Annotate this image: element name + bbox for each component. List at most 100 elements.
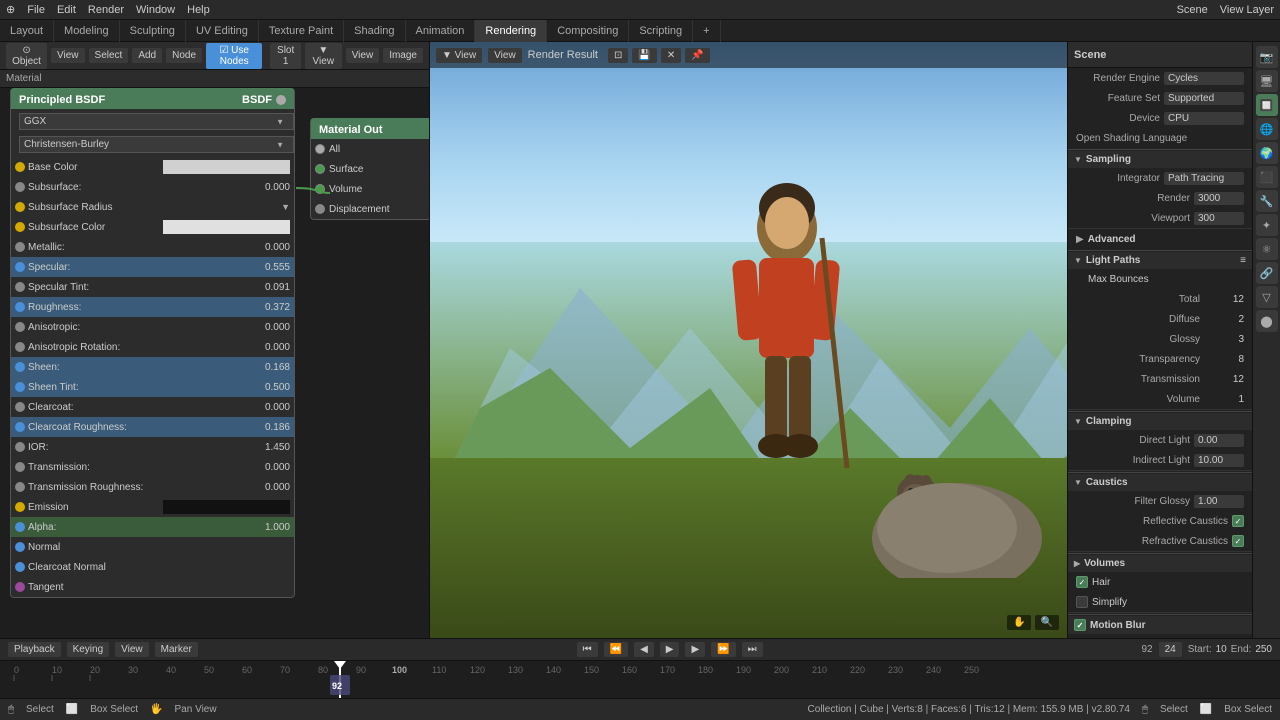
light-paths-icon[interactable]: ≡ [1240, 255, 1246, 266]
alpha-socket[interactable] [15, 522, 25, 532]
bsdf-output-socket[interactable] [276, 95, 286, 105]
jump-start-btn[interactable]: ⏮ [577, 642, 598, 657]
specular-tint-socket[interactable] [15, 282, 25, 292]
render-engine-value[interactable]: Cycles [1164, 72, 1244, 85]
node-button[interactable]: Node [166, 48, 202, 63]
volumes-header[interactable]: ▶ Volumes [1068, 555, 1252, 572]
mat-surface-socket[interactable] [315, 164, 325, 174]
timeline-playback-btn[interactable]: Playback [8, 642, 61, 657]
metallic-socket[interactable] [15, 242, 25, 252]
transmission-roughness-socket[interactable] [15, 482, 25, 492]
motion-blur-checkbox[interactable]: ✓ [1074, 619, 1086, 631]
normal-socket[interactable] [15, 542, 25, 552]
menu-file[interactable]: File [27, 4, 45, 16]
light-paths-header[interactable]: ▼ Light Paths ≡ [1068, 252, 1252, 269]
view-button[interactable]: View [51, 48, 85, 63]
indirect-light-value[interactable]: 10.00 [1194, 454, 1244, 467]
viewport-save-button[interactable]: 💾 [632, 48, 656, 63]
direct-light-value[interactable]: 0.00 [1194, 434, 1244, 447]
zoom-tool-btn[interactable]: 🔍 [1035, 615, 1059, 630]
viewport-view-button[interactable]: ▼ View [436, 48, 482, 63]
view2-button[interactable]: ▼ View [305, 43, 342, 69]
glossy-value[interactable]: 3 [1204, 334, 1244, 345]
hand-tool-btn[interactable]: ✋ [1007, 615, 1031, 630]
filter-glossy-value[interactable]: 1.00 [1194, 495, 1244, 508]
prev-frame-btn[interactable]: ◀ [634, 642, 654, 657]
anisotropic-rotation-socket[interactable] [15, 342, 25, 352]
tab-rendering[interactable]: Rendering [475, 20, 547, 42]
refractive-caustics-checkbox[interactable]: ✓ [1232, 535, 1244, 547]
tab-texture-paint[interactable]: Texture Paint [259, 20, 344, 42]
integrator-value[interactable]: Path Tracing [1164, 172, 1244, 185]
sampling-header[interactable]: ▼ Sampling [1068, 151, 1252, 168]
transmission-value[interactable]: 12 [1204, 374, 1244, 385]
tangent-socket[interactable] [15, 582, 25, 592]
constraint-icon-btn[interactable]: 🔗 [1256, 262, 1278, 284]
subsurface-radius-socket[interactable] [15, 202, 25, 212]
tab-layout[interactable]: Layout [0, 20, 54, 42]
material-icon-btn[interactable]: ⬤ [1256, 310, 1278, 332]
next-keyframe-btn[interactable]: ⏩ [711, 642, 735, 657]
render-icon-btn[interactable]: 📷 [1256, 46, 1278, 68]
timeline-keying-btn[interactable]: Keying [67, 642, 110, 657]
tab-add[interactable]: + [693, 20, 720, 42]
node-material-output[interactable]: Material Out All Surface Volume Dis [310, 118, 429, 220]
timeline-marker-btn[interactable]: Marker [155, 642, 198, 657]
sheen-socket[interactable] [15, 362, 25, 372]
clamping-header[interactable]: ▼ Clamping [1068, 413, 1252, 430]
output-icon-btn[interactable]: 🖥 [1256, 70, 1278, 92]
subsurface-socket[interactable] [15, 182, 25, 192]
subsurface-color-swatch[interactable] [163, 220, 291, 234]
volume-value[interactable]: 1 [1204, 394, 1244, 405]
scene-icon-btn[interactable]: 🌐 [1256, 118, 1278, 140]
clearcoat-normal-socket[interactable] [15, 562, 25, 572]
distribution-select[interactable]: GGX [19, 113, 294, 130]
emission-socket[interactable] [15, 502, 25, 512]
mat-all-socket[interactable] [315, 144, 325, 154]
node-type-button[interactable]: ⊙ Object [6, 43, 47, 69]
reflective-caustics-checkbox[interactable]: ✓ [1232, 515, 1244, 527]
roughness-socket[interactable] [15, 302, 25, 312]
clearcoat-socket[interactable] [15, 402, 25, 412]
tab-animation[interactable]: Animation [406, 20, 476, 42]
device-value[interactable]: CPU [1164, 112, 1244, 125]
advanced-row[interactable]: ▶ Advanced [1068, 229, 1252, 249]
tab-sculpting[interactable]: Sculpting [120, 20, 186, 42]
hair-checkbox[interactable]: ✓ [1076, 576, 1088, 588]
specular-socket[interactable] [15, 262, 25, 272]
data-icon-btn[interactable]: ▽ [1256, 286, 1278, 308]
add-button[interactable]: Add [132, 48, 162, 63]
world-icon-btn[interactable]: 🌍 [1256, 142, 1278, 164]
viewport-close-button[interactable]: ✕ [661, 48, 681, 63]
menu-render[interactable]: Render [88, 4, 124, 16]
viewport-panel[interactable]: ▼ View View Render Result ⊡ 💾 ✕ 📌 [430, 42, 1067, 638]
base-color-socket[interactable] [15, 162, 25, 172]
select-button[interactable]: Select [89, 48, 129, 63]
end-frame-value[interactable]: 250 [1255, 644, 1272, 655]
subsurface-method-select[interactable]: Christensen-Burley [19, 136, 294, 153]
viewport-view2-button[interactable]: View [488, 48, 522, 63]
simplify-checkbox[interactable] [1076, 596, 1088, 608]
tab-uv-editing[interactable]: UV Editing [186, 20, 259, 42]
slot-button[interactable]: Slot 1 [270, 43, 301, 69]
next-frame-btn[interactable]: ▶ [685, 642, 705, 657]
distribution-select-wrap[interactable]: GGX [15, 111, 290, 132]
motion-blur-header[interactable]: ✓ Motion Blur [1068, 616, 1252, 634]
modifier-icon-btn[interactable]: 🔧 [1256, 190, 1278, 212]
timeline-ruler[interactable]: 0 10 20 30 40 50 60 70 80 90 100 110 120… [0, 661, 1280, 698]
mat-displacement-socket[interactable] [315, 204, 325, 214]
viewport-pin-button[interactable]: 📌 [685, 48, 709, 63]
node-principled-bsdf[interactable]: Principled BSDF BSDF GGX Christensen-Bur… [10, 88, 295, 598]
prev-keyframe-btn[interactable]: ⏪ [604, 642, 628, 657]
jump-end-btn[interactable]: ⏭ [742, 642, 763, 657]
tab-modeling[interactable]: Modeling [54, 20, 120, 42]
anisotropic-socket[interactable] [15, 322, 25, 332]
menu-edit[interactable]: Edit [57, 4, 76, 16]
emission-swatch[interactable] [163, 500, 291, 514]
viewport-value[interactable]: 300 [1194, 212, 1244, 225]
subsurface-color-socket[interactable] [15, 222, 25, 232]
particles-icon-btn[interactable]: ✦ [1256, 214, 1278, 236]
object-icon-btn[interactable]: ⬛ [1256, 166, 1278, 188]
view3-button[interactable]: View [346, 48, 380, 63]
diffuse-value[interactable]: 2 [1204, 314, 1244, 325]
